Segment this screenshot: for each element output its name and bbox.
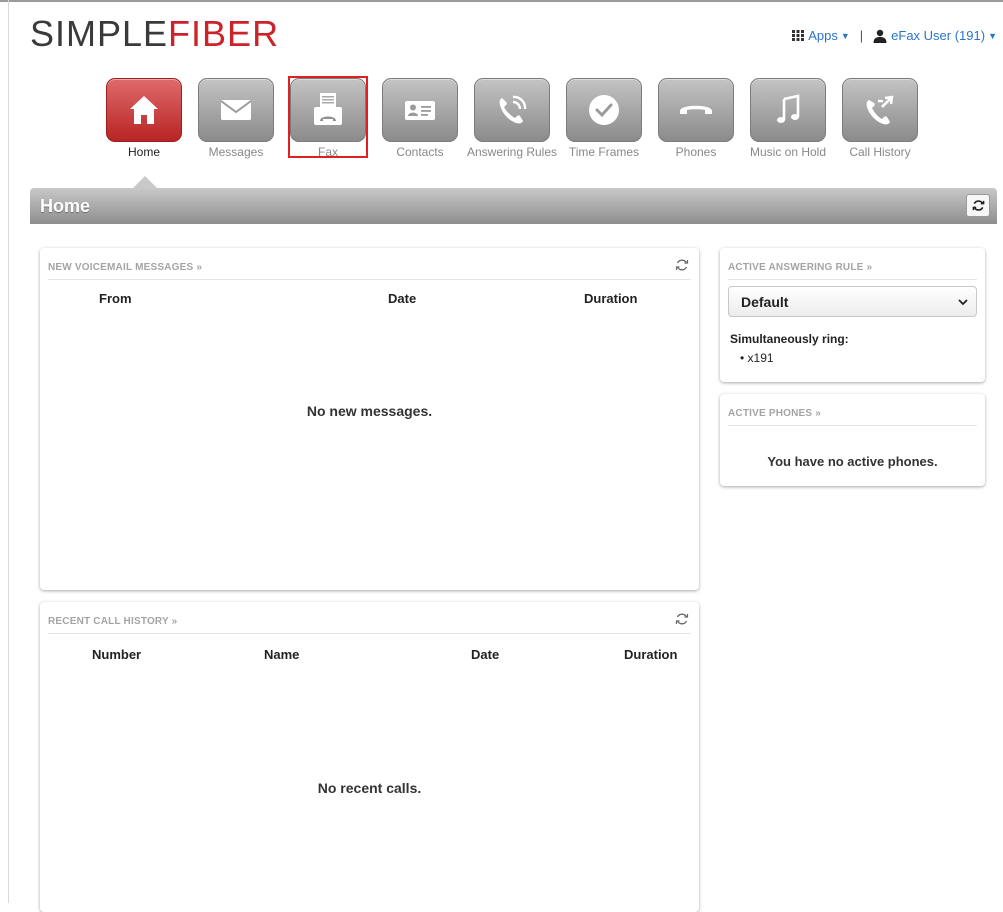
music-note-icon	[777, 94, 800, 123]
left-border	[8, 0, 9, 903]
nav-label: Music on Hold	[749, 145, 827, 159]
apps-label: Apps	[808, 28, 838, 43]
refresh-button[interactable]	[966, 194, 990, 217]
user-menu[interactable]: eFax User (191) ▼	[873, 28, 997, 43]
nav-item-fax[interactable]: Fax	[282, 78, 374, 159]
nav-label: Call History	[849, 145, 911, 159]
nav-item-time-frames[interactable]: Time Frames	[558, 78, 650, 159]
nav-label: Fax	[317, 145, 338, 159]
top-right-menu: Apps ▼ | eFax User (191) ▼	[792, 28, 997, 43]
column-header-duration[interactable]: Duration	[624, 647, 677, 662]
simultaneous-ring-item: • x191	[740, 351, 774, 365]
column-header-number[interactable]: Number	[92, 647, 141, 662]
answering-rule-panel: ACTIVE ANSWERING RULE » Default Simultan…	[720, 248, 985, 382]
grid-icon	[792, 30, 805, 41]
nav-item-call-history[interactable]: Call History	[834, 78, 926, 159]
nav-item-contacts[interactable]: Contacts	[374, 78, 466, 159]
nav-label: Answering Rules	[466, 145, 558, 159]
active-pointer	[133, 176, 157, 188]
nav-item-answering-rules[interactable]: Answering Rules	[466, 78, 558, 159]
caret-down-icon: ▼	[988, 30, 997, 41]
caret-down-icon: ▼	[840, 30, 850, 41]
nav-label: Phones	[675, 145, 717, 159]
contact-card-icon	[405, 101, 435, 120]
contacts-tile	[382, 78, 458, 142]
panel-divider	[48, 633, 691, 634]
call-history-tile	[842, 78, 918, 142]
user-icon	[873, 29, 887, 43]
clock-icon	[589, 95, 619, 125]
empty-call-history-message: No recent calls.	[317, 780, 422, 796]
voicemail-panel: NEW VOICEMAIL MESSAGES » From Date Durat…	[40, 248, 699, 590]
nav-label: Time Frames	[568, 145, 640, 159]
simultaneous-ring-label: Simultaneously ring:	[730, 332, 849, 346]
fax-icon	[314, 93, 342, 125]
panel-divider	[728, 425, 977, 426]
call-history-panel-title[interactable]: RECENT CALL HISTORY »	[48, 616, 177, 627]
fax-tile	[290, 78, 366, 142]
voicemail-panel-title[interactable]: NEW VOICEMAIL MESSAGES »	[48, 262, 202, 273]
column-header-date[interactable]: Date	[471, 647, 499, 662]
top-border	[0, 0, 1003, 2]
chevron-down-icon	[958, 299, 968, 306]
nav-item-messages[interactable]: Messages	[190, 78, 282, 159]
answering-rule-select[interactable]: Default	[728, 286, 977, 317]
column-header-name[interactable]: Name	[264, 647, 299, 662]
phone-handset-icon	[680, 105, 712, 114]
nav-label: Home	[127, 145, 160, 159]
logo-part-simple: SIMPLE	[30, 13, 169, 54]
page-header: Home	[30, 188, 997, 224]
nav-item-home[interactable]: Home	[98, 78, 190, 159]
page-title: Home	[40, 196, 91, 216]
logo[interactable]: SIMPLEFIBER	[30, 14, 279, 54]
music-on-hold-tile	[750, 78, 826, 142]
panel-divider	[48, 279, 691, 280]
refresh-icon[interactable]	[675, 258, 689, 272]
no-active-phones-message: You have no active phones.	[767, 454, 938, 469]
time-frames-tile	[566, 78, 642, 142]
refresh-icon	[972, 200, 984, 211]
ring-extension: x191	[747, 351, 774, 365]
messages-tile	[198, 78, 274, 142]
active-phones-panel: ACTIVE PHONES » You have no active phone…	[720, 394, 985, 486]
column-header-from[interactable]: From	[99, 291, 132, 306]
nav-label: Messages	[208, 145, 264, 159]
refresh-icon[interactable]	[675, 612, 689, 626]
phones-tile	[658, 78, 734, 142]
separator: |	[859, 28, 864, 43]
nav-item-music-on-hold[interactable]: Music on Hold	[742, 78, 834, 159]
answering-rule-selected: Default	[741, 294, 789, 310]
home-icon	[130, 96, 158, 124]
home-tile	[106, 78, 182, 142]
answering-rule-panel-title[interactable]: ACTIVE ANSWERING RULE »	[728, 262, 872, 273]
column-header-date[interactable]: Date	[388, 291, 416, 306]
logo-part-fiber: FIBER	[168, 13, 280, 54]
user-label: eFax User (191)	[891, 28, 986, 43]
empty-voicemail-message: No new messages.	[306, 403, 433, 419]
answering-rules-tile	[474, 78, 550, 142]
phone-wave-icon	[499, 95, 527, 124]
nav-label: Contacts	[396, 145, 444, 159]
call-history-panel: RECENT CALL HISTORY » Number Name Date D…	[40, 602, 699, 912]
panel-divider	[728, 279, 977, 280]
column-header-duration[interactable]: Duration	[584, 291, 637, 306]
apps-menu[interactable]: Apps ▼	[792, 28, 850, 43]
call-history-icon	[866, 95, 894, 125]
active-phones-panel-title[interactable]: ACTIVE PHONES »	[728, 408, 821, 419]
nav-item-phones[interactable]: Phones	[650, 78, 742, 159]
envelope-icon	[220, 100, 252, 120]
